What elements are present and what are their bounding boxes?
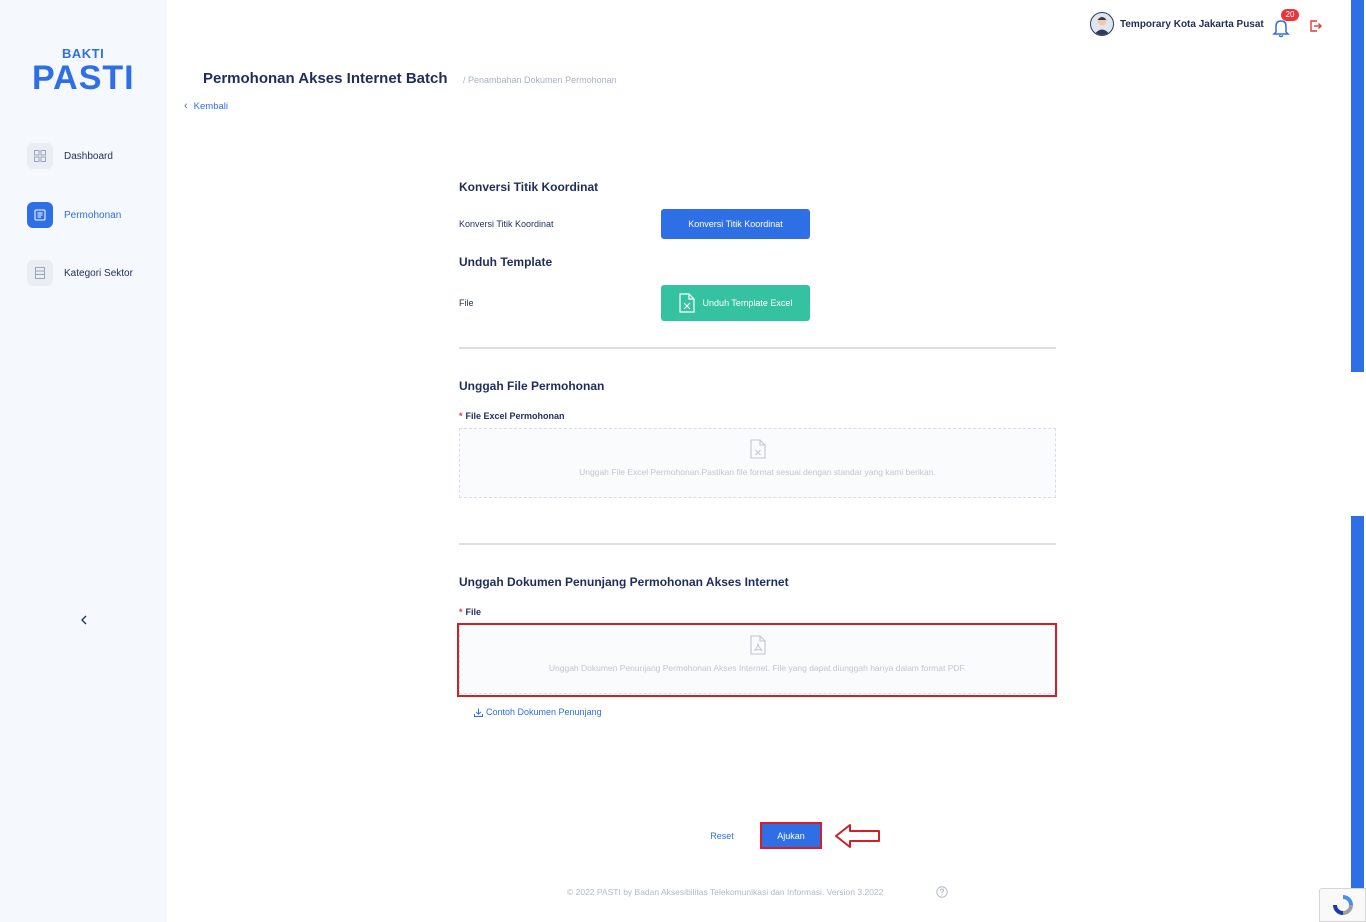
collapse-sidebar-button[interactable] xyxy=(76,612,92,628)
back-label: Kembali xyxy=(193,100,228,112)
section-title-upload-excel: Unggah File Permohonan xyxy=(459,379,605,393)
logout-icon[interactable] xyxy=(1309,19,1323,33)
notification-bell-icon[interactable] xyxy=(1272,18,1290,38)
excel-upload-dropzone[interactable]: Unggah File Excel Permohonan.Pastikan fi… xyxy=(459,428,1056,498)
notification-badge: 20 xyxy=(1281,9,1299,21)
download-template-label: Unduh Template Excel xyxy=(702,298,793,308)
convert-coordinates-button[interactable]: Konversi Titik Koordinat xyxy=(661,209,810,239)
user-menu[interactable]: Temporary Kota Jakarta Pusat xyxy=(1090,12,1264,36)
sidebar-item-permohonan[interactable]: Permohonan xyxy=(27,202,121,228)
pasti-logo[interactable]: BAKTI PASTI xyxy=(32,44,136,100)
avatar xyxy=(1090,12,1114,36)
user-name: Temporary Kota Jakarta Pusat xyxy=(1120,18,1264,30)
footer-text: © 2022 PASTI by Badan Aksesibilitas Tele… xyxy=(567,887,884,897)
sidebar-item-label: Kategori Sektor xyxy=(64,267,133,279)
field-label-support: * File xyxy=(459,607,482,617)
field-label-template: File xyxy=(459,298,474,308)
logo-main-text: PASTI xyxy=(32,59,135,97)
section-divider xyxy=(459,347,1056,349)
download-icon xyxy=(474,708,483,717)
field-label-konversi: Konversi Titik Koordinat xyxy=(459,219,554,229)
download-template-button[interactable]: Unduh Template Excel xyxy=(661,285,810,321)
section-title-upload-support: Unggah Dokumen Penunjang Permohonan Akse… xyxy=(459,575,789,589)
field-label-excel-text: File Excel Permohonan xyxy=(465,411,565,421)
list-icon xyxy=(27,260,53,286)
back-link[interactable]: ‹ Kembali xyxy=(184,100,228,112)
annotation-arrow-icon xyxy=(835,824,880,848)
grid-icon xyxy=(27,143,53,169)
help-icon[interactable] xyxy=(936,886,948,898)
section-divider xyxy=(459,543,1056,545)
field-label-excel: * File Excel Permohonan xyxy=(459,411,565,421)
field-label-support-text: File xyxy=(465,607,482,617)
submit-button[interactable]: Ajukan xyxy=(760,822,822,849)
page-title: Permohonan Akses Internet Batch xyxy=(203,70,448,87)
document-icon xyxy=(27,202,53,228)
reset-button[interactable]: Reset xyxy=(700,826,744,846)
sidebar-item-dashboard[interactable]: Dashboard xyxy=(27,143,113,169)
chevron-left-icon: ‹ xyxy=(184,100,188,112)
sidebar-item-label: Dashboard xyxy=(64,150,113,162)
recaptcha-badge[interactable] xyxy=(1319,888,1366,922)
excel-upload-hint: Unggah File Excel Permohonan.Pastikan fi… xyxy=(579,467,936,477)
sample-document-label: Contoh Dokumen Penunjang xyxy=(486,707,602,717)
excel-file-icon xyxy=(678,293,695,313)
sidebar-item-kategori-sektor[interactable]: Kategori Sektor xyxy=(27,260,133,286)
sidebar-item-label: Permohonan xyxy=(64,209,122,221)
annotation-highlight-dropzone xyxy=(457,623,1057,697)
breadcrumb: / Penambahan Dokumen Permohonan xyxy=(463,75,617,85)
scrollbar-track-top[interactable] xyxy=(1351,0,1364,372)
section-title-template: Unduh Template xyxy=(459,255,553,269)
excel-file-icon xyxy=(749,439,766,459)
scrollbar-thumb[interactable] xyxy=(1351,516,1364,922)
recaptcha-icon xyxy=(1332,895,1353,915)
chevron-left-icon xyxy=(81,615,87,625)
sidebar: BAKTI PASTI Dashboard Permohonan Kategor… xyxy=(0,0,167,922)
sample-document-link[interactable]: Contoh Dokumen Penunjang xyxy=(474,707,602,717)
section-title-konversi: Konversi Titik Koordinat xyxy=(459,180,599,194)
